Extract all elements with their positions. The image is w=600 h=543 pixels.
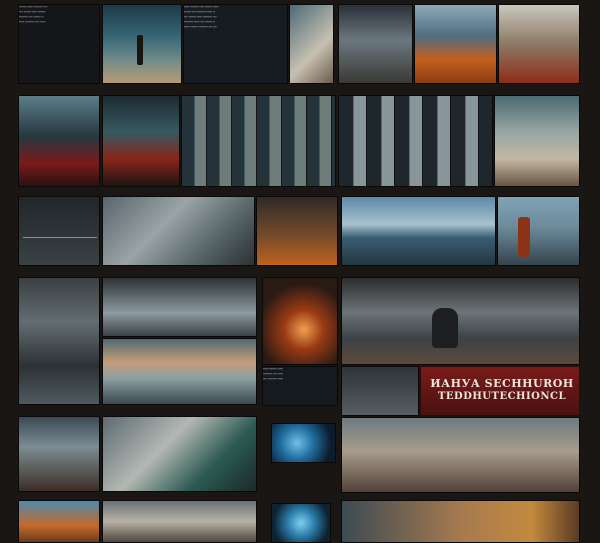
image-tile-collage — [414, 4, 497, 84]
image-tile-grid-mosaic — [181, 95, 336, 187]
figure-silhouette — [137, 35, 143, 65]
image-tile-collage — [102, 416, 257, 492]
image-tile-fire — [262, 277, 338, 365]
image-tile-collage — [341, 500, 580, 543]
image-tile-collage — [256, 196, 338, 266]
image-tile-collage — [18, 196, 100, 266]
image-tile-terrain — [102, 196, 255, 266]
text-panel-tile: ━━━━ ━━━ ━━━━━ ━━ ━━ ━━━━ ━━━ ━━━━ ━━━━━… — [18, 4, 100, 84]
image-tile-earth — [271, 503, 331, 543]
image-tile-collage — [18, 500, 100, 543]
text-panel-tile: ━━━ ━━━━ ━━━ ━━━━━ ━━ ━━━ ━━ ━━━━━ ━━━ — [262, 366, 338, 406]
image-tile-worker — [497, 196, 580, 266]
image-tile-sunset-figure — [102, 338, 257, 405]
banner-title-line-2: TEDDHUTECHIONCL — [437, 391, 567, 402]
image-tile-collage — [18, 277, 100, 405]
image-tile-earth — [271, 423, 336, 463]
decorative-text-lines: ━━━ ━━━━━ ━━ ━━━━ ━━━ ━━━━ ━━ ━━━━━ ━━━ … — [184, 5, 219, 29]
image-tile-harbour — [341, 196, 496, 266]
image-tile-stadium — [18, 95, 100, 187]
image-tile-collage — [341, 366, 419, 416]
image-tile-collage — [289, 4, 334, 84]
image-tile-grid-mosaic — [338, 95, 493, 187]
image-tile-stadium — [102, 95, 180, 187]
image-tile-masked-figure — [341, 277, 580, 365]
image-tile-collage — [498, 4, 580, 84]
image-tile-collage — [338, 4, 413, 84]
image-tile-spiky-structures — [341, 417, 580, 493]
figure-silhouette — [518, 217, 530, 257]
image-tile-collage — [18, 416, 100, 492]
text-panel-tile: ━━━ ━━━━━ ━━ ━━━━ ━━━ ━━━━ ━━ ━━━━━ ━━━ … — [183, 4, 288, 84]
image-tile-collage — [494, 95, 580, 187]
divider-line — [23, 237, 97, 238]
image-tile-figure-landscape — [102, 4, 182, 84]
headline-banner: ИАНУА SECHHUROH TEDDHUTECHIONCL — [420, 366, 580, 416]
figure-silhouette — [432, 308, 458, 348]
image-tile-collage — [102, 500, 257, 543]
image-tile-collage — [102, 277, 257, 337]
banner-title-line-1: ИАНУА SECHHUROH — [430, 377, 574, 390]
decorative-text-lines: ━━━ ━━━━ ━━━ ━━━━━ ━━ ━━━ ━━ ━━━━━ ━━━ — [263, 367, 283, 381]
decorative-text-lines: ━━━━ ━━━ ━━━━━ ━━ ━━ ━━━━ ━━━ ━━━━ ━━━━━… — [19, 5, 48, 24]
